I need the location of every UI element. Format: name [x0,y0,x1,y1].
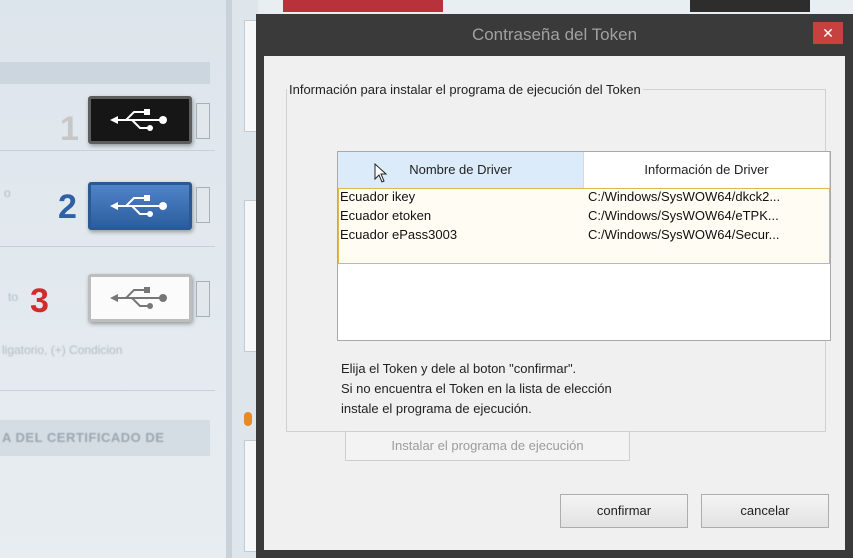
driver-name-cell: Ecuador ePass3003 [340,227,458,242]
usb-connector [196,103,210,139]
driver-name-cell: Ecuador etoken [340,208,432,223]
mouse-cursor-icon [374,163,388,183]
close-icon: ✕ [822,25,834,41]
step-number-3: 3 [30,282,49,320]
usb-icon [110,287,167,309]
usb-token-black [88,96,192,144]
usb-connector [196,187,210,223]
step-number-2: 2 [58,188,77,226]
table-body: Ecuador ikey C:/Windows/SysWOW64/dkck2..… [338,188,830,264]
column-header-driver-info[interactable]: Información de Driver [584,152,830,188]
usb-icon [110,109,167,131]
usb-token-white [88,274,192,322]
dialog-titlebar[interactable]: Contraseña del Token ✕ [256,14,853,56]
table-row[interactable]: Ecuador ePass3003 C:/Windows/SysWOW64/Se… [339,227,829,246]
step-number-1: 1 [60,110,79,148]
background-divider [0,246,215,247]
background-indicator [244,412,252,426]
table-row[interactable]: Ecuador ikey C:/Windows/SysWOW64/dkck2..… [339,189,829,208]
background-text-fragment: to [8,290,19,304]
instruction-line-2: Si no encuentra el Token en la lista de … [341,381,612,396]
driver-install-group: Información para instalar el programa de… [286,82,831,461]
confirm-button[interactable]: confirmar [560,494,688,528]
dialog-title: Contraseña del Token [471,25,638,44]
driver-name-cell: Ecuador ikey [340,189,416,204]
install-program-button[interactable]: Instalar el programa de ejecución [345,431,630,461]
driver-info-cell: C:/Windows/SysWOW64/Secur... [588,227,780,242]
cancel-button[interactable]: cancelar [701,494,829,528]
driver-info-cell: C:/Windows/SysWOW64/eTPK... [588,208,779,223]
usb-token-blue [88,182,192,230]
usb-connector [196,281,210,317]
background-red-banner [283,0,443,12]
table-row[interactable]: Ecuador etoken C:/Windows/SysWOW64/eTPK.… [339,208,829,227]
token-password-dialog: Contraseña del Token ✕ Información para … [256,14,853,558]
table-header: Nombre de Driver Información de Driver [338,152,830,188]
background-section-title: A DEL CERTIFICADO DE [2,430,165,445]
usb-icon [110,195,167,217]
background-header-band [0,62,210,84]
driver-table[interactable]: Nombre de Driver Información de Driver E… [337,151,831,341]
instruction-line-3: instale el programa de ejecución. [341,401,532,416]
background-dark-banner [690,0,810,12]
instruction-line-1: Elija el Token y dele al boton "confirma… [341,361,577,376]
background-text-fragment: o [4,186,11,200]
dialog-content: Información para instalar el programa de… [264,56,845,550]
close-button[interactable]: ✕ [813,22,843,44]
background-divider [0,150,215,151]
group-label: Información para instalar el programa de… [289,82,641,97]
driver-info-cell: C:/Windows/SysWOW64/dkck2... [588,189,781,204]
background-text-fragment: ligatorio, (+) Condicion [2,343,123,357]
background-divider [0,390,215,391]
